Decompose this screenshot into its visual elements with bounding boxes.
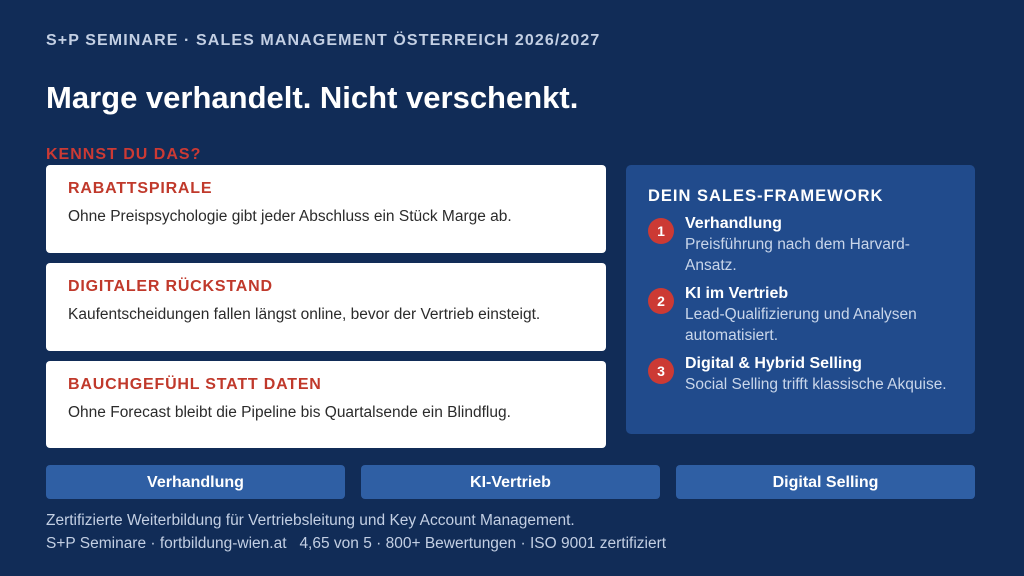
card-title: DIGITALER RÜCKSTAND (68, 278, 273, 295)
framework-step-2: 2 KI im Vertrieb Lead-Qualifizierung und… (648, 284, 953, 346)
tab-verhandlung[interactable]: Verhandlung (46, 465, 345, 499)
step-title: Verhandlung (685, 215, 782, 232)
step-text: Lead-Qualifizierung und Analysen automat… (685, 306, 917, 344)
card-text: Ohne Forecast bleibt die Pipeline bis Qu… (68, 404, 511, 421)
section-label: KENNST DU DAS? (46, 146, 202, 163)
problem-card-digitaler-rueckstand: DIGITALER RÜCKSTAND Kaufentscheidungen f… (46, 263, 606, 351)
sales-framework-panel: DEIN SALES-FRAMEWORK 1 Verhandlung Preis… (626, 165, 975, 434)
step-text: Preisführung nach dem Harvard-Ansatz. (685, 236, 910, 274)
footer-info: S+P Seminare · fortbildung-wien.at 4,65 … (46, 535, 667, 552)
problem-card-rabattspirale: RABATTSPIRALE Ohne Preispsychologie gibt… (46, 165, 606, 253)
framework-step-1: 1 Verhandlung Preisführung nach dem Harv… (648, 214, 953, 276)
step-number-badge: 3 (648, 358, 674, 384)
tab-ki-vertrieb[interactable]: KI-Vertrieb (361, 465, 660, 499)
problem-card-bauchgefuehl: BAUCHGEFÜHL STATT DATEN Ohne Forecast bl… (46, 361, 606, 448)
card-title: BAUCHGEFÜHL STATT DATEN (68, 376, 322, 393)
headline: Marge verhandelt. Nicht verschenkt. (46, 80, 579, 115)
card-text: Kaufentscheidungen fallen längst online,… (68, 306, 541, 323)
step-title: KI im Vertrieb (685, 285, 789, 302)
card-title: RABATTSPIRALE (68, 180, 213, 197)
footer-description: Zertifizierte Weiterbildung für Vertrieb… (46, 512, 575, 529)
step-number-badge: 1 (648, 218, 674, 244)
card-text: Ohne Preispsychologie gibt jeder Abschlu… (68, 208, 512, 225)
step-title: Digital & Hybrid Selling (685, 355, 862, 372)
panel-title: DEIN SALES-FRAMEWORK (648, 187, 884, 205)
framework-step-3: 3 Digital & Hybrid Selling Social Sellin… (648, 354, 953, 395)
tab-digital-selling[interactable]: Digital Selling (676, 465, 975, 499)
overline: S+P SEMINARE · SALES MANAGEMENT ÖSTERREI… (46, 32, 601, 49)
step-number-badge: 2 (648, 288, 674, 314)
step-text: Social Selling trifft klassische Akquise… (685, 376, 947, 393)
